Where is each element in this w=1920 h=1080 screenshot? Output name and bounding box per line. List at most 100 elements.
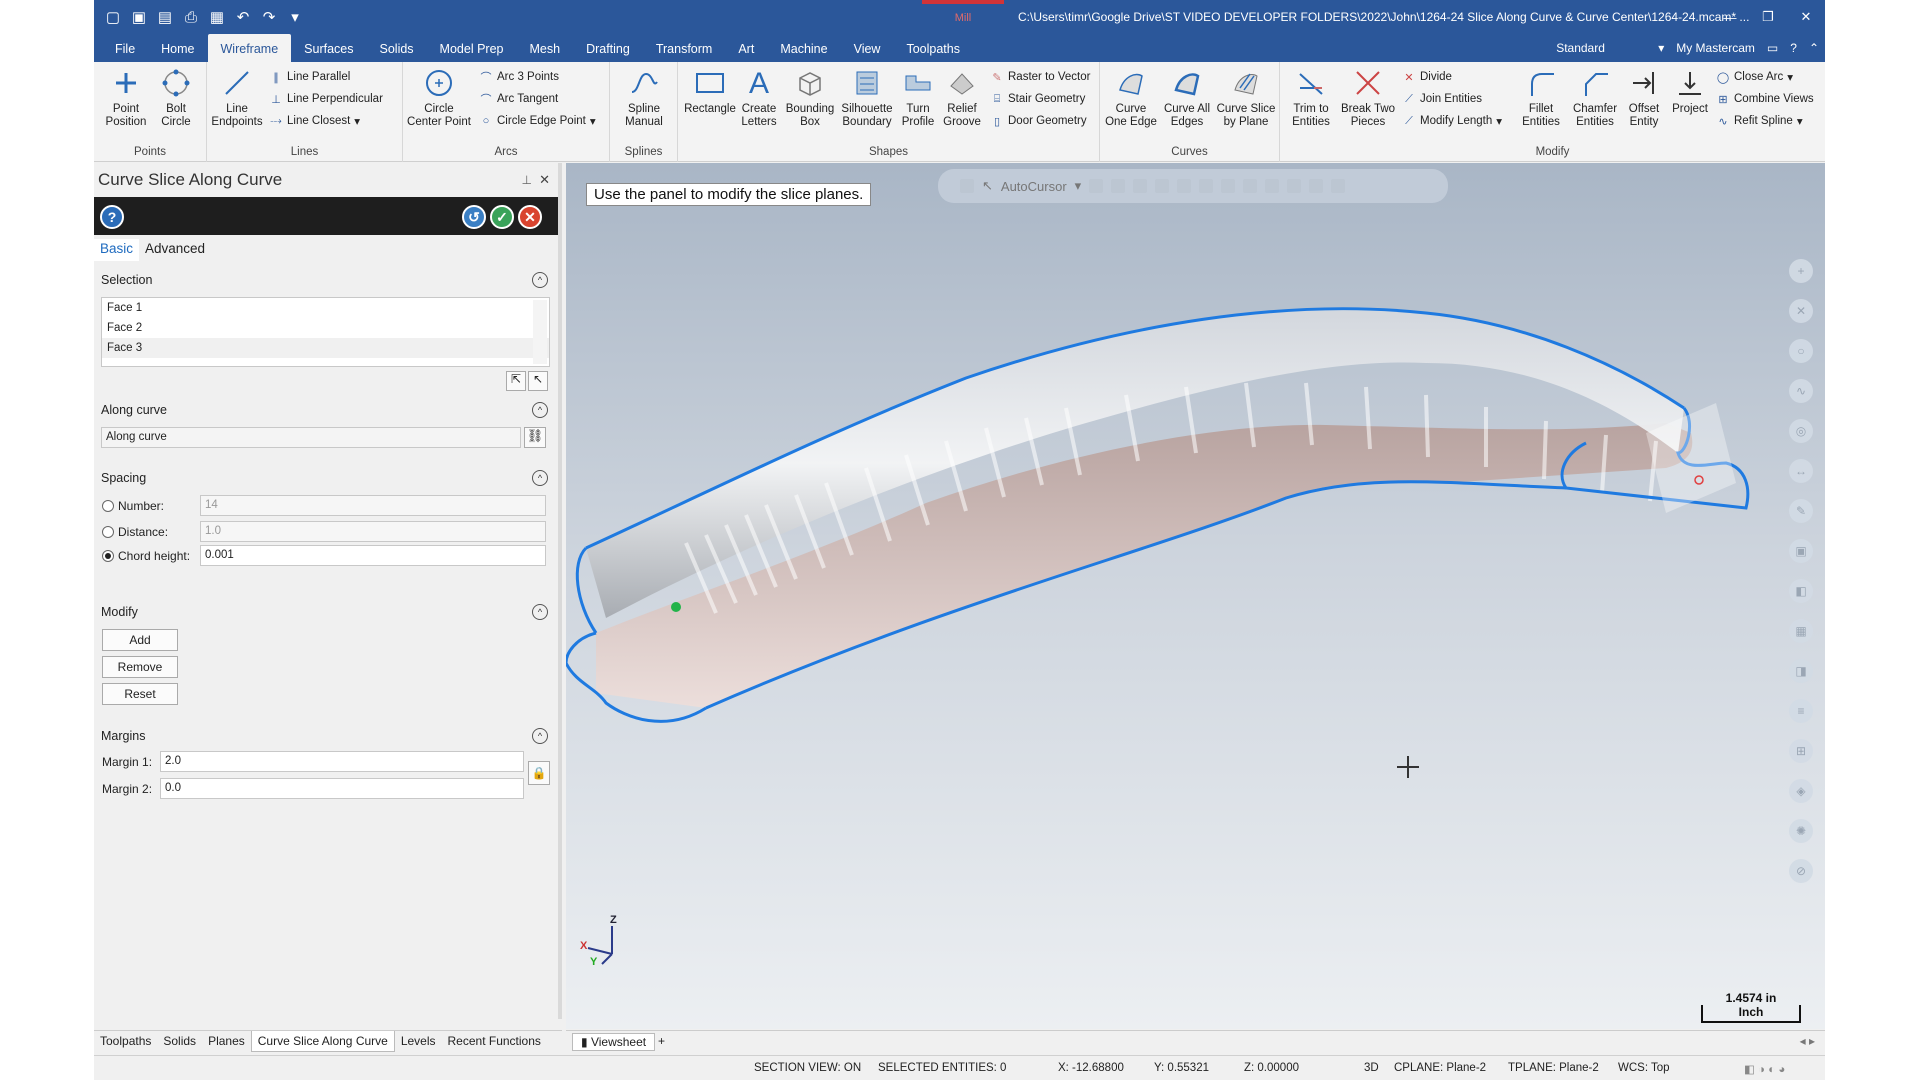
save-icon[interactable]: ▣ xyxy=(128,6,150,28)
fillet-entities-button[interactable]: Fillet Entities xyxy=(1516,66,1566,129)
tab-view[interactable]: View xyxy=(841,34,894,62)
tab-curve-slice-along-curve[interactable]: Curve Slice Along Curve xyxy=(250,1031,395,1052)
collapse-icon[interactable]: ^ xyxy=(532,272,548,288)
shade-icon[interactable]: ◧ xyxy=(1789,579,1813,603)
tab-surfaces[interactable]: Surfaces xyxy=(291,34,366,62)
tab-planes[interactable]: Planes xyxy=(202,1031,251,1052)
arc-tangent-button[interactable]: ⌒ Arc Tangent xyxy=(479,92,559,106)
curve-one-edge-button[interactable]: Curve One Edge xyxy=(1104,66,1158,129)
tab-toolpaths[interactable]: Toolpaths xyxy=(893,34,973,62)
dimension-icon[interactable]: ↔ xyxy=(1789,459,1813,483)
line-closest-button[interactable]: ⤏ Line Closest ▾ xyxy=(269,114,360,129)
tab-home[interactable]: Home xyxy=(148,34,207,62)
close-panel-icon[interactable]: ✕ xyxy=(539,163,550,197)
list-item[interactable]: Face 1 xyxy=(102,298,549,318)
remove-button[interactable]: Remove xyxy=(102,656,178,678)
add-selection-icon[interactable]: ⇱ xyxy=(506,371,526,391)
list-item[interactable]: Face 2 xyxy=(102,318,549,338)
reset-button[interactable]: Reset xyxy=(102,683,178,705)
join-entities-button[interactable]: ⟋ Join Entities xyxy=(1402,92,1482,106)
break-two-pieces-button[interactable]: Break Two Pieces xyxy=(1340,66,1396,129)
number-field[interactable]: 14 xyxy=(200,495,546,516)
measure-icon[interactable]: ✎ xyxy=(1789,499,1813,523)
collapse-icon[interactable]: ^ xyxy=(532,604,548,620)
curve-icon[interactable]: ∿ xyxy=(1789,379,1813,403)
line-endpoints-button[interactable]: Line Endpoints xyxy=(211,66,263,129)
create-letters-button[interactable]: A Create Letters xyxy=(736,66,782,129)
along-curve-field[interactable]: Along curve xyxy=(101,427,521,448)
view-icon[interactable]: ▣ xyxy=(1789,539,1813,563)
tab-transform[interactable]: Transform xyxy=(643,34,726,62)
collapse-icon[interactable]: ^ xyxy=(532,728,548,744)
mode-3d[interactable]: 3D xyxy=(1364,1062,1379,1074)
curve-slice-by-plane-button[interactable]: Curve Slice by Plane xyxy=(1216,66,1276,129)
restore-icon[interactable]: ❐ xyxy=(1749,0,1787,34)
comment-icon[interactable]: ▭ xyxy=(1767,41,1778,55)
combine-views-button[interactable]: ⊞ Combine Views xyxy=(1716,92,1813,106)
circle-center-point-button[interactable]: Circle Center Point xyxy=(407,66,471,129)
select-cursor-icon[interactable]: ↖ xyxy=(528,371,548,391)
line-parallel-button[interactable]: ∥ Line Parallel xyxy=(269,70,350,84)
no-icon[interactable]: ⊘ xyxy=(1789,859,1813,883)
open-icon[interactable]: ▤ xyxy=(154,6,176,28)
bolt-circle-button[interactable]: Bolt Circle xyxy=(154,66,198,129)
bounding-box-button[interactable]: Bounding Box xyxy=(784,66,836,129)
spline-manual-button[interactable]: Spline Manual xyxy=(616,66,672,129)
tab-toolpaths[interactable]: Toolpaths xyxy=(94,1031,157,1052)
margin2-field[interactable]: 0.0 xyxy=(160,778,524,799)
add-viewsheet-icon[interactable]: + xyxy=(658,1034,665,1048)
tab-art[interactable]: Art xyxy=(725,34,767,62)
divide-button[interactable]: ✕ Divide xyxy=(1402,70,1452,84)
distance-field[interactable]: 1.0 xyxy=(200,521,546,542)
cancel-x-icon[interactable]: ✕ xyxy=(518,205,542,229)
raster-to-vector-button[interactable]: ✎ Raster to Vector xyxy=(990,70,1090,84)
tab-model-prep[interactable]: Model Prep xyxy=(427,34,517,62)
section-view-status[interactable]: SECTION VIEW: ON xyxy=(754,1062,861,1074)
circle-edge-point-button[interactable]: ○ Circle Edge Point ▾ xyxy=(479,114,596,128)
cube-icon[interactable]: ▦ xyxy=(1789,619,1813,643)
viewsheet-tab[interactable]: ▮ Viewsheet xyxy=(572,1033,656,1051)
lock-icon[interactable]: 🔒 xyxy=(528,761,550,785)
door-geometry-button[interactable]: ▯ Door Geometry xyxy=(990,114,1087,128)
curve-all-edges-button[interactable]: Curve All Edges xyxy=(1160,66,1214,129)
tab-recent-functions[interactable]: Recent Functions xyxy=(442,1031,547,1052)
modify-length-button[interactable]: ⟋ Modify Length ▾ xyxy=(1402,114,1502,129)
list-scrollbar[interactable] xyxy=(533,300,547,364)
margin1-field[interactable]: 2.0 xyxy=(160,751,524,772)
collapse-icon[interactable]: ^ xyxy=(532,402,548,418)
section-icon[interactable]: ◨ xyxy=(1789,659,1813,683)
add-button[interactable]: Add xyxy=(102,629,178,651)
selection-list[interactable]: Face 1 Face 2 Face 3 xyxy=(101,297,550,367)
collapse-ribbon-icon[interactable]: ⌃ xyxy=(1809,41,1819,55)
tab-drafting[interactable]: Drafting xyxy=(573,34,643,62)
close-arc-button[interactable]: ◯ Close Arc ▾ xyxy=(1716,70,1793,84)
save-as-icon[interactable]: ▦ xyxy=(206,6,228,28)
graphics-viewport[interactable]: Use the panel to modify the slice planes… xyxy=(566,163,1825,1029)
tab-advanced[interactable]: Advanced xyxy=(139,239,211,261)
workspace-select[interactable]: Standard xyxy=(1556,41,1646,55)
layers-icon[interactable]: ◈ xyxy=(1789,779,1813,803)
close-window-icon[interactable]: ✕ xyxy=(1787,0,1825,34)
relief-groove-button[interactable]: Relief Groove xyxy=(940,66,984,129)
undo-icon[interactable]: ↶ xyxy=(232,6,254,28)
my-mastercam-link[interactable]: My Mastercam xyxy=(1676,41,1755,55)
tab-machine[interactable]: Machine xyxy=(767,34,840,62)
tplane-status[interactable]: TPLANE: Plane-2 xyxy=(1508,1062,1599,1074)
tab-solids[interactable]: Solids xyxy=(367,34,427,62)
display-mode-icons[interactable]: ◧ ◑ ◐ ◕ xyxy=(1744,1062,1785,1076)
stair-geometry-button[interactable]: ⌸ Stair Geometry xyxy=(990,92,1086,106)
minimize-icon[interactable]: — xyxy=(1711,0,1749,34)
project-button[interactable]: Project xyxy=(1668,66,1712,116)
line-perpendicular-button[interactable]: ⊥ Line Perpendicular xyxy=(269,92,383,106)
light-icon[interactable]: ✺ xyxy=(1789,819,1813,843)
help-icon[interactable]: ? xyxy=(100,205,124,229)
grid-icon[interactable]: ⊞ xyxy=(1789,739,1813,763)
tab-mesh[interactable]: Mesh xyxy=(516,34,573,62)
distance-radio[interactable]: Distance: xyxy=(102,525,168,539)
tab-file[interactable]: File xyxy=(102,34,148,62)
orbit-icon[interactable]: ○ xyxy=(1789,339,1813,363)
pin-icon[interactable]: ⊥ xyxy=(522,163,532,197)
zoom-icon[interactable]: + xyxy=(1789,259,1813,283)
ruler-icon[interactable]: ≡ xyxy=(1789,699,1813,723)
trim-to-entities-button[interactable]: Trim to Entities xyxy=(1284,66,1338,129)
